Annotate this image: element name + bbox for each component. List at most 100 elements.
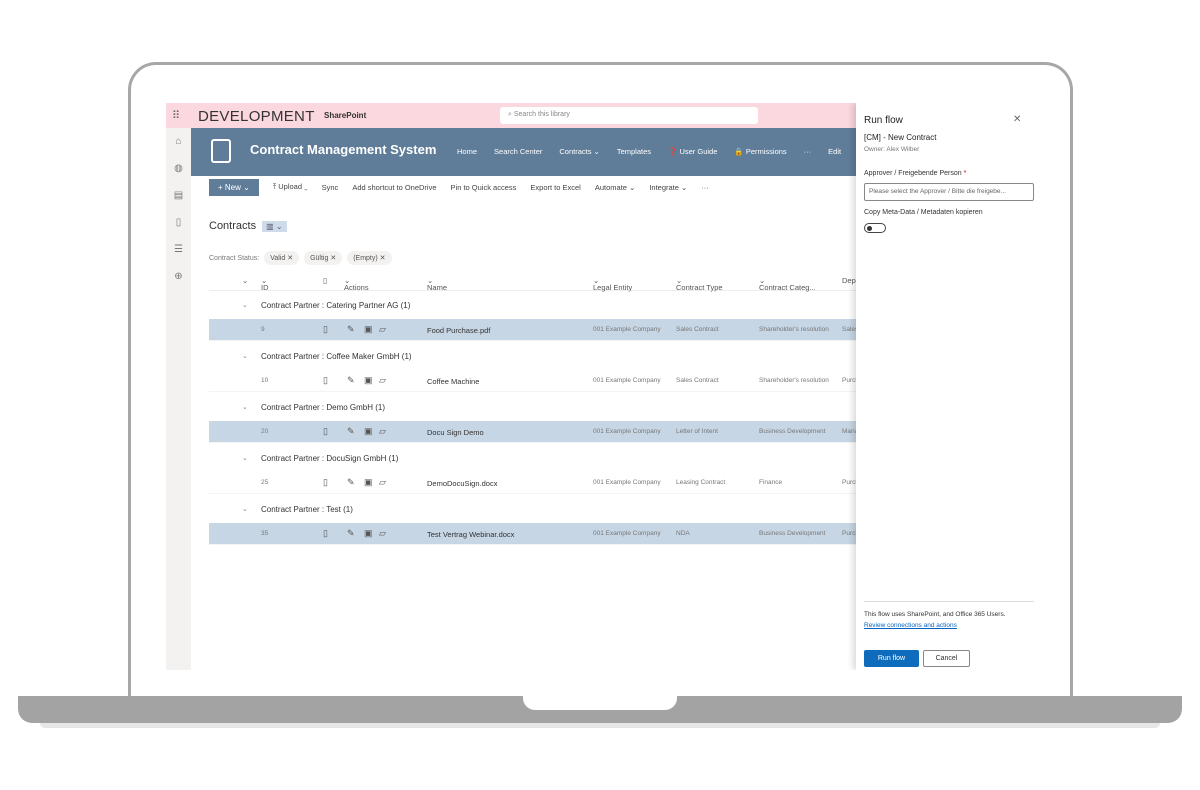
chevron-down-icon[interactable]: ⌄ [242, 505, 248, 513]
upload-button[interactable]: ⤒ Upload ⌄ [273, 182, 308, 192]
group-header[interactable]: ⌄ Contract Partner : DocuSign GmbH (1) [209, 448, 859, 470]
review-connections-link[interactable]: Review connections and actions [864, 622, 957, 629]
export-excel-button[interactable]: Export to Excel [530, 183, 580, 192]
col-actions[interactable]: Actions ⌄ [344, 276, 369, 292]
col-label: ID [261, 283, 269, 292]
app-launcher-icon[interactable]: ⠿ [172, 109, 180, 122]
nav-user-guide[interactable]: ❓ User Guide [668, 147, 717, 156]
filter-chip[interactable]: Valid ✕ [264, 251, 300, 265]
col-dep[interactable]: Dep [842, 276, 856, 285]
search-input[interactable]: ⌕ Search this library [500, 107, 758, 124]
divider [864, 601, 1034, 602]
cell-name[interactable]: Test Vertrag Webinar.docx [427, 530, 514, 539]
group-header[interactable]: ⌄ Contract Partner : Catering Partner AG … [209, 295, 859, 317]
sign-document-icon[interactable]: ▱ [379, 477, 386, 488]
sign-document-icon[interactable]: ▱ [379, 375, 386, 386]
add-shortcut-button[interactable]: Add shortcut to OneDrive [352, 183, 436, 192]
search-placeholder: Search this library [513, 111, 570, 118]
cell-name[interactable]: Coffee Machine [427, 377, 479, 386]
col-contract-category[interactable]: Contract Categ... ⌄ [759, 276, 816, 292]
automate-button[interactable]: Automate ⌄ [595, 183, 635, 192]
cell-contract-category: Finance [759, 479, 783, 486]
nav-home[interactable]: Home [457, 147, 477, 156]
flow-connections-note: This flow uses SharePoint, and Office 36… [864, 611, 1006, 618]
approver-input[interactable]: Please select the Approver / Bitte die f… [864, 183, 1034, 201]
close-icon[interactable]: ✕ [1013, 114, 1021, 125]
col-contract-type[interactable]: Contract Type ⌄ [676, 276, 723, 292]
list-title-area: Contracts ▥ ⌄ [209, 220, 287, 232]
table-row[interactable]: 9 ▯ ✎ ▣ ▱ Food Purchase.pdf 001 Example … [209, 319, 859, 341]
close-icon[interactable]: ✕ [380, 255, 386, 262]
calendar-icon[interactable]: ▣ [364, 477, 373, 488]
calendar-icon[interactable]: ▣ [364, 426, 373, 437]
app-name[interactable]: SharePoint [324, 111, 366, 120]
file-type-icon: ▯ [323, 426, 328, 436]
file-icon[interactable]: ▯ [166, 209, 191, 236]
sign-document-icon[interactable]: ▱ [379, 324, 386, 335]
sign-document-icon[interactable]: ▱ [379, 528, 386, 539]
more-commands-button[interactable]: ··· [701, 183, 709, 192]
edit-pencil-icon[interactable]: ✎ [347, 324, 355, 335]
cell-name[interactable]: Food Purchase.pdf [427, 326, 490, 335]
cell-name[interactable]: DemoDocuSign.docx [427, 479, 497, 488]
nav-permissions[interactable]: 🔒 Permissions [734, 147, 786, 156]
list-icon[interactable]: ☰ [166, 236, 191, 263]
group-header[interactable]: ⌄ Contract Partner : Test (1) [209, 499, 859, 521]
copy-metadata-toggle[interactable] [864, 223, 886, 233]
edit-pencil-icon[interactable]: ✎ [347, 375, 355, 386]
nav-edit[interactable]: Edit [828, 147, 841, 156]
cell-contract-category: Shareholder's resolution [759, 377, 829, 384]
integrate-button[interactable]: Integrate ⌄ [649, 183, 687, 192]
table-row[interactable]: 25 ▯ ✎ ▣ ▱ DemoDocuSign.docx 001 Example… [209, 472, 859, 494]
file-type-icon: ▯ [323, 324, 328, 334]
sync-button[interactable]: Sync [322, 183, 339, 192]
new-button[interactable]: + New ⌄ [209, 178, 259, 196]
chevron-down-icon[interactable]: ⌄ [242, 352, 248, 360]
calendar-icon[interactable]: ▣ [364, 528, 373, 539]
site-name[interactable]: DEVELOPMENT [198, 108, 315, 125]
run-flow-button[interactable]: Run flow [864, 650, 919, 667]
nav-more[interactable]: ··· [804, 147, 812, 156]
file-type-icon[interactable]: ▯ [323, 276, 327, 285]
filter-chip[interactable]: Gültig ✕ [304, 251, 343, 265]
close-icon[interactable]: ✕ [330, 255, 336, 262]
nav-search-center[interactable]: Search Center [494, 147, 542, 156]
group-header[interactable]: ⌄ Contract Partner : Demo GmbH (1) [209, 397, 859, 419]
sign-document-icon[interactable]: ▱ [379, 426, 386, 437]
filter-chip[interactable]: (Empty) ✕ [347, 251, 392, 265]
news-icon[interactable]: ▤ [166, 182, 191, 209]
library-icon[interactable]: ▥ ⌄ [262, 221, 287, 232]
table-row[interactable]: 20 ▯ ✎ ▣ ▱ Docu Sign Demo 001 Example Co… [209, 421, 859, 443]
chevron-down-icon[interactable]: ⌄ [242, 276, 248, 285]
add-icon[interactable]: ⊕ [166, 263, 191, 290]
nav-templates[interactable]: Templates [617, 147, 651, 156]
cancel-button[interactable]: Cancel [923, 650, 970, 667]
chevron-down-icon[interactable]: ⌄ [242, 454, 248, 462]
edit-pencil-icon[interactable]: ✎ [347, 528, 355, 539]
chevron-down-icon[interactable]: ⌄ [242, 301, 248, 309]
nav-contracts[interactable]: Contracts ⌄ [559, 147, 599, 156]
pin-quick-access-button[interactable]: Pin to Quick access [451, 183, 517, 192]
close-icon[interactable]: ✕ [287, 255, 293, 262]
globe-icon[interactable]: ◍ [166, 155, 191, 182]
group-header[interactable]: ⌄ Contract Partner : Coffee Maker GmbH (1… [209, 346, 859, 368]
cell-contract-type: NDA [676, 530, 690, 537]
edit-pencil-icon[interactable]: ✎ [347, 477, 355, 488]
col-legal-entity[interactable]: Legal Entity ⌄ [593, 276, 632, 292]
laptop-shadow [40, 723, 1160, 728]
top-nav: Home Search Center Contracts ⌄ Templates… [457, 147, 841, 156]
chevron-down-icon[interactable]: ⌄ [242, 403, 248, 411]
calendar-icon[interactable]: ▣ [364, 375, 373, 386]
flow-owner: Owner: Alex Wilber [864, 146, 920, 153]
table-row[interactable]: 10 ▯ ✎ ▣ ▱ Coffee Machine 001 Example Co… [209, 370, 859, 392]
contract-logo-icon [211, 139, 231, 163]
cell-name[interactable]: Docu Sign Demo [427, 428, 484, 437]
edit-pencil-icon[interactable]: ✎ [347, 426, 355, 437]
col-name[interactable]: Name ⌄ [427, 276, 447, 292]
site-title[interactable]: Contract Management System [250, 142, 436, 157]
approver-label: Approver / Freigebende Person * [864, 170, 966, 177]
table-row[interactable]: 35 ▯ ✎ ▣ ▱ Test Vertrag Webinar.docx 001… [209, 523, 859, 545]
col-id[interactable]: ID ⌄ [261, 276, 269, 292]
calendar-icon[interactable]: ▣ [364, 324, 373, 335]
home-icon[interactable]: ⌂ [166, 128, 191, 155]
